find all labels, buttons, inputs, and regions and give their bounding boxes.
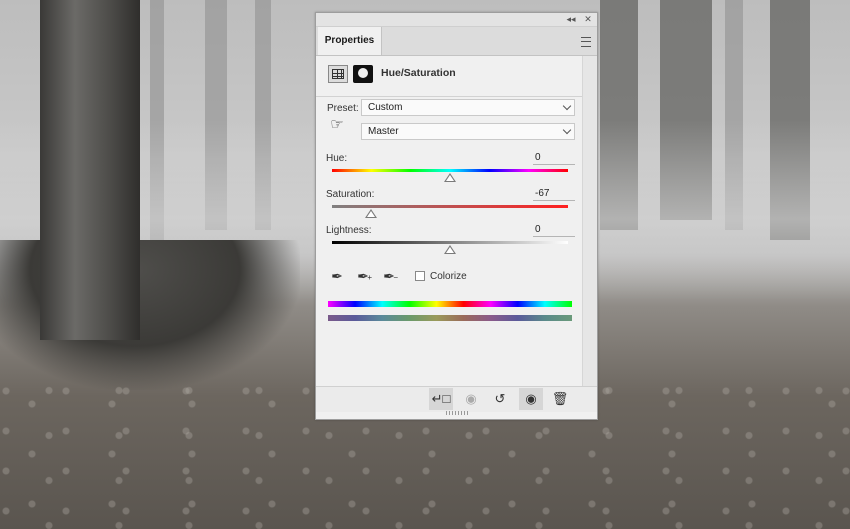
collapse-icon[interactable]: ◂◂	[565, 13, 577, 26]
clip-to-layer-icon[interactable]: ↵□	[429, 388, 453, 410]
panel-tab-row: Properties	[316, 27, 597, 56]
preset-dropdown[interactable]: Custom	[361, 99, 575, 116]
panel-titlebar: ◂◂ ✕	[316, 13, 597, 27]
hue-label: Hue:	[326, 153, 348, 164]
saturation-label: Saturation:	[326, 189, 375, 200]
layer-mask-icon[interactable]	[353, 65, 373, 83]
panel-scrollbar[interactable]	[582, 56, 597, 386]
trash-icon[interactable]: 🗑	[548, 388, 572, 410]
view-previous-state-icon[interactable]: ◉	[459, 388, 483, 410]
eyedropper-icon[interactable]: ✒	[328, 267, 346, 285]
colorize-checkbox[interactable]	[415, 271, 425, 281]
main-tree-trunk	[40, 0, 140, 340]
chevron-down-icon	[562, 101, 572, 111]
channel-value: Master	[368, 126, 399, 137]
adjustment-title: Hue/Saturation	[381, 67, 456, 79]
saturation-slider-track[interactable]	[332, 205, 568, 208]
output-color-spectrum	[328, 315, 572, 321]
reset-icon[interactable]: ↺	[488, 388, 512, 410]
resize-grip[interactable]	[446, 411, 468, 415]
colorize-label: Colorize	[430, 271, 467, 282]
tab-properties[interactable]: Properties	[318, 27, 382, 55]
saturation-value-field[interactable]: -67	[533, 187, 575, 201]
targeted-adjustment-hand-icon[interactable]: ☞	[328, 116, 346, 134]
adjustment-header: Hue/Saturation	[326, 62, 576, 86]
panel-content: Hue/Saturation Preset: Custom ☞ Master H…	[316, 56, 597, 386]
chevron-down-icon	[562, 125, 572, 135]
hue-slider-thumb[interactable]	[444, 173, 456, 182]
channel-dropdown[interactable]: Master	[361, 123, 575, 140]
eyedropper-subtract-icon[interactable]: ✒ −	[380, 267, 398, 285]
eye-icon[interactable]: ◉	[519, 388, 543, 410]
preset-value: Custom	[368, 102, 403, 113]
panel-menu-icon[interactable]	[581, 37, 591, 47]
lightness-slider-thumb[interactable]	[444, 245, 456, 254]
lightness-value-field[interactable]: 0	[533, 223, 575, 237]
divider	[316, 96, 583, 97]
hue-value-field[interactable]: 0	[533, 151, 575, 165]
lightness-label: Lightness:	[326, 225, 372, 236]
saturation-slider-thumb[interactable]	[364, 209, 377, 218]
eyedropper-add-icon[interactable]: ✒ +	[354, 267, 372, 285]
adjustment-layer-icon[interactable]	[328, 65, 348, 83]
close-icon[interactable]: ✕	[582, 13, 594, 26]
lightness-slider-track[interactable]	[332, 241, 568, 244]
hue-slider-track[interactable]	[332, 169, 568, 172]
properties-panel: ◂◂ ✕ Properties Hue/Saturation Preset: C…	[315, 12, 598, 420]
preset-label: Preset:	[327, 103, 359, 114]
input-color-spectrum	[328, 301, 572, 307]
panel-bottom-toolbar: ↵□ ◉ ↺ ◉ 🗑	[316, 386, 597, 412]
